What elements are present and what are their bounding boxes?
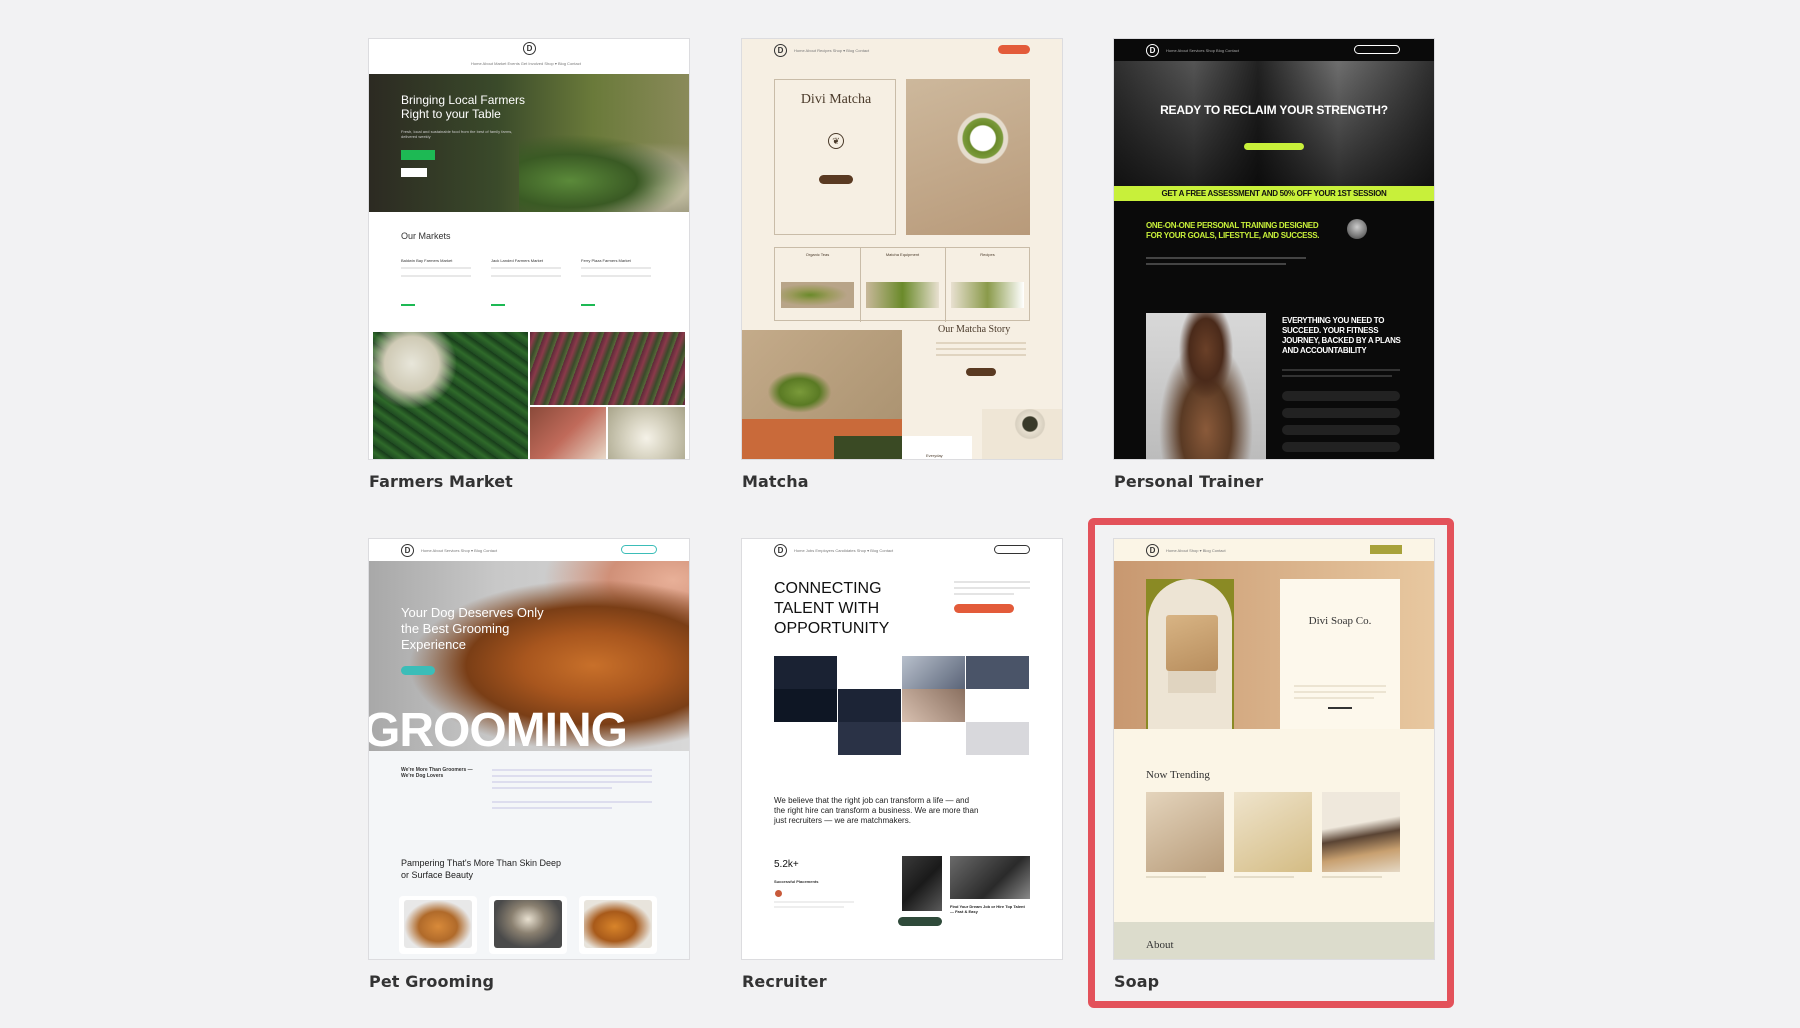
- fitness-woman-image: [1146, 313, 1266, 459]
- market-name: Jack Landed Farmers Market: [491, 258, 544, 263]
- selected-template-outline: [1088, 518, 1454, 1008]
- template-thumbnail[interactable]: D Home Jobs Employers Candidates Shop ▾ …: [742, 539, 1062, 959]
- matcha-bowl-image: [906, 79, 1030, 235]
- divi-logo-icon: D: [401, 544, 414, 557]
- accordion-item[interactable]: [1282, 408, 1400, 418]
- market-name: Ferry Plaza Farmers Market: [581, 258, 631, 263]
- preview-nav: D: [369, 39, 689, 61]
- tagline: We're More Than Groomers — We're Dog Lov…: [401, 767, 473, 779]
- brand-title: Divi Matcha: [800, 92, 872, 107]
- stat-label: Successful Placements: [774, 879, 819, 884]
- preview-nav-links: Home About Services Shop Blog Contact: [1166, 48, 1239, 53]
- cta-button[interactable]: [1244, 143, 1304, 150]
- template-name: Matcha: [742, 472, 809, 491]
- brand-box: Divi Matcha ❦: [774, 79, 896, 235]
- learn-more-button[interactable]: [966, 368, 996, 376]
- office-image: [902, 856, 942, 911]
- post-title: Find Your Dream Job or Hire Top Talent —…: [950, 904, 1025, 914]
- preview-nav-links: Home About Recipes Shop ▾ Blog Contact: [794, 48, 870, 53]
- preview-nav-links: Home About Services Shop ▾ Blog Contact: [421, 548, 498, 553]
- nav-cta-button[interactable]: [994, 545, 1030, 554]
- section-title: Our Markets: [401, 231, 451, 241]
- stat-value: 5.2k+: [774, 859, 799, 870]
- book-button[interactable]: [401, 666, 435, 675]
- shop-button[interactable]: [401, 150, 435, 160]
- intro-text: We believe that the right job can transf…: [774, 796, 979, 825]
- hero-title: CONNECTING TALENT WITH OPPORTUNITY: [774, 580, 890, 637]
- promo-banner-text: GET A FREE ASSESSMENT AND 50% OFF YOUR 1…: [1161, 189, 1387, 198]
- big-word: GROOMING: [369, 707, 627, 749]
- accordion-item[interactable]: [1282, 425, 1400, 435]
- hero-title: Your Dog Deserves Only the Best Grooming…: [401, 605, 544, 652]
- cauliflower-cucumber-image: [373, 332, 528, 459]
- category-label: Recipes: [980, 252, 995, 257]
- all-posts-button[interactable]: [898, 917, 942, 926]
- vegetables-image: [608, 407, 685, 459]
- section-title: Pampering That's More Than Skin Deep or …: [401, 858, 561, 880]
- divi-logo-icon: D: [774, 44, 787, 57]
- radish-image: [530, 332, 685, 405]
- leaf-icon: ❦: [828, 133, 844, 149]
- divi-logo-icon: D: [1146, 44, 1159, 57]
- nav-cta-button[interactable]: [998, 45, 1030, 54]
- template-name: Pet Grooming: [369, 972, 495, 991]
- category-label: Matcha Equipment: [885, 252, 920, 257]
- preview-nav-links: Home Jobs Employers Candidates Shop ▾ Bl…: [794, 548, 894, 553]
- divi-logo-icon: D: [774, 544, 787, 557]
- vegetables-image: [530, 407, 606, 459]
- template-name: Personal Trainer: [1114, 472, 1264, 491]
- story-subtitle: Everyday: [926, 453, 943, 458]
- trainer-avatar: [1347, 219, 1367, 239]
- preview-nav-links: Home About Market Events Get Involved Sh…: [471, 61, 581, 66]
- find-talent-button[interactable]: [954, 604, 1014, 613]
- preview-nav: D Home Jobs Employers Candidates Shop ▾ …: [742, 539, 1062, 561]
- service-card: [399, 896, 477, 954]
- preview-nav: D Home About Recipes Shop ▾ Blog Contact: [742, 39, 1062, 61]
- cup-image: [982, 409, 1062, 459]
- template-thumbnail[interactable]: D Home About Services Shop ▾ Blog Contac…: [369, 539, 689, 959]
- hero-image: [1114, 61, 1434, 186]
- service-card: [579, 896, 657, 954]
- template-name: Farmers Market: [369, 472, 513, 491]
- template-thumbnail[interactable]: D Home About Services Shop Blog Contact …: [1114, 39, 1434, 459]
- market-name: Baldwin Bay Farmers Market: [401, 258, 453, 263]
- accordion-item[interactable]: [1282, 391, 1400, 401]
- accordion-item[interactable]: [1282, 442, 1400, 452]
- hero-title: READY TO RECLAIM YOUR STRENGTH?: [1160, 103, 1388, 117]
- divi-logo-icon: D: [523, 42, 536, 55]
- meeting-image: [950, 856, 1030, 899]
- headline: ONE-ON-ONE PERSONAL TRAINING DESIGNED FO…: [1146, 221, 1320, 240]
- template-thumbnail[interactable]: D Home About Market Events Get Involved …: [369, 39, 689, 459]
- story-title: Our Matcha Story: [938, 324, 1011, 335]
- preview-nav: D Home About Services Shop ▾ Blog Contac…: [369, 539, 689, 561]
- handshake-mosaic: [774, 656, 1030, 758]
- testimonial-avatar: [775, 890, 782, 897]
- template-thumbnail[interactable]: D Home About Recipes Shop ▾ Blog Contact…: [742, 39, 1062, 459]
- service-card: [489, 896, 567, 954]
- feature-title: EVERYTHING YOU NEED TO SUCCEED. YOUR FIT…: [1282, 316, 1401, 355]
- category-grid: Organic Teas Matcha Equipment Recipes: [774, 247, 1030, 322]
- nav-cta-button[interactable]: [621, 545, 657, 554]
- secondary-button[interactable]: [401, 168, 427, 177]
- template-name: Recruiter: [742, 972, 827, 991]
- category-label: Organic Teas: [805, 252, 830, 257]
- hero-title: Bringing Local Farmers Right to your Tab…: [401, 93, 526, 121]
- preview-nav: D Home About Services Shop Blog Contact: [1114, 39, 1434, 61]
- nav-cta-button[interactable]: [1354, 45, 1400, 54]
- shop-button[interactable]: [819, 175, 853, 184]
